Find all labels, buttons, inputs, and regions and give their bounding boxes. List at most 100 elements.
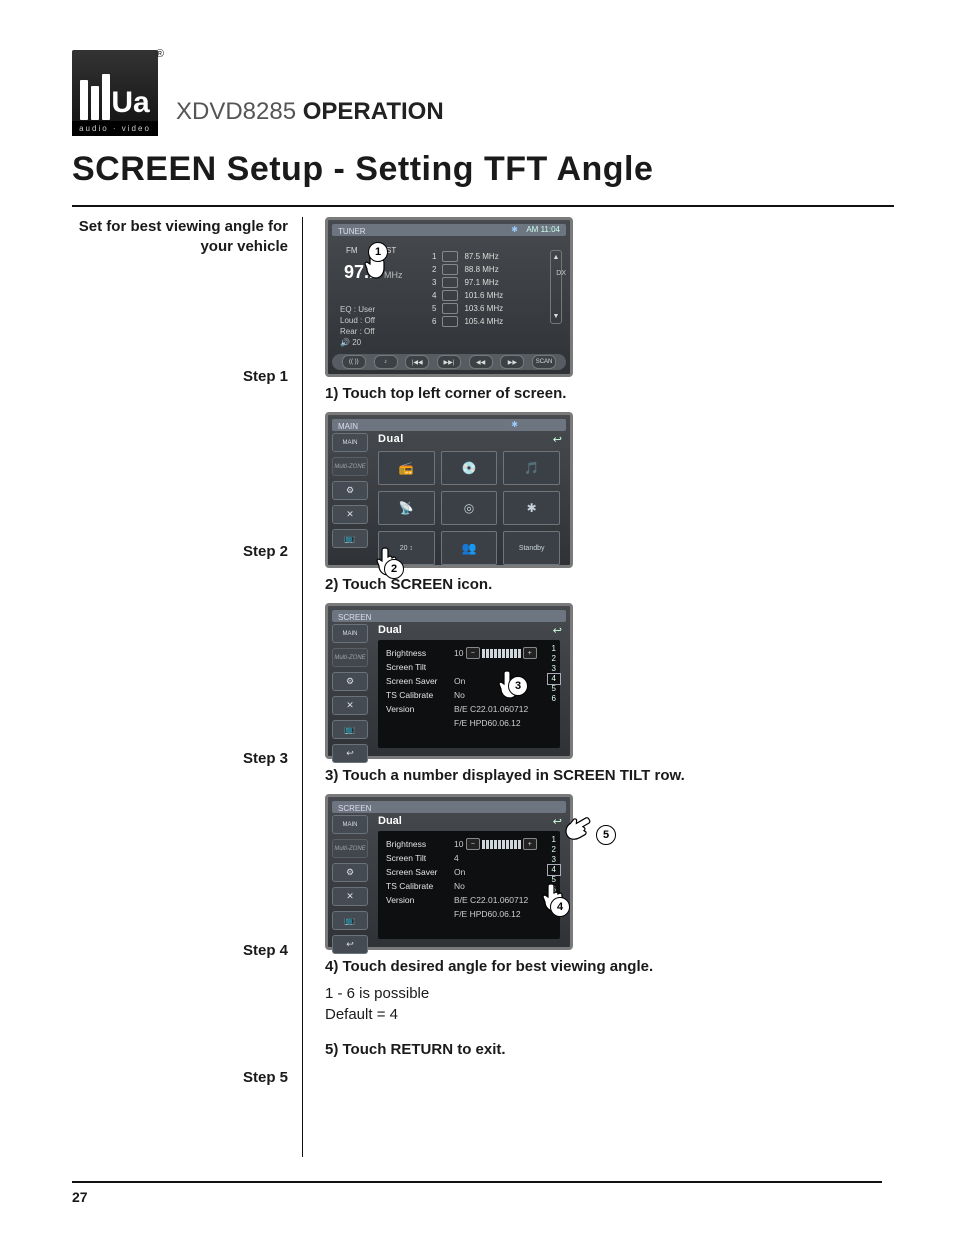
- right-column: TUNER ✱ AM 11:04 FM ST 97.1 MHz 187.5 MH…: [303, 217, 833, 1157]
- signal-icon: [442, 303, 458, 314]
- logo-lettering: Ua: [80, 66, 149, 120]
- tilt-option[interactable]: 3: [552, 664, 556, 674]
- screenshot-screen-menu-b: SCREEN MAIN Multi-ZONE ⚙ ✕ 📺 ↩ Dual ↩ Br…: [325, 794, 573, 950]
- logo-bars-icon: [80, 74, 110, 120]
- xm-tile[interactable]: 📡: [378, 491, 435, 525]
- screenshot-tuner: TUNER ✱ AM 11:04 FM ST 97.1 MHz 187.5 MH…: [325, 217, 573, 377]
- screen-top-bar: MAIN ✱: [332, 419, 566, 431]
- screen-tilt-row[interactable]: Screen Tilt4: [386, 851, 552, 865]
- ts-calibrate-row[interactable]: TS CalibrateNo: [386, 879, 552, 893]
- side-back-button[interactable]: ↩: [332, 935, 368, 954]
- rear-info: Rear : Off: [340, 326, 375, 337]
- brightness-row[interactable]: Brightness 10 − +: [386, 837, 552, 851]
- menu-grid: 📻 💿 🎵 📡 ◎ ✱ 20 ↕ 👥 Standby: [378, 451, 560, 565]
- preset-row[interactable]: 5103.6 MHz: [432, 302, 503, 315]
- bluetooth-icon: ✱: [511, 225, 518, 234]
- volume-info: 🔊 20: [340, 337, 375, 348]
- brightness-row[interactable]: Brightness 10 − +: [386, 646, 552, 660]
- side-main-button[interactable]: MAIN: [332, 433, 368, 452]
- tilt-option[interactable]: 1: [552, 644, 556, 654]
- screen-saver-row[interactable]: Screen SaverOn: [386, 865, 552, 879]
- brand-text: Dual: [378, 815, 402, 827]
- step-4-label: Step 4: [72, 942, 288, 959]
- header-word: OPERATION: [303, 98, 444, 125]
- down-arrow-icon[interactable]: ▼: [551, 313, 561, 320]
- breadcrumb: SCREEN: [338, 613, 371, 622]
- preset-row[interactable]: 187.5 MHz: [432, 250, 503, 263]
- up-arrow-icon[interactable]: ▲: [551, 254, 561, 261]
- return-button[interactable]: ↩: [553, 433, 562, 446]
- music-button[interactable]: ♪: [374, 355, 398, 369]
- ipod-tile[interactable]: 🎵: [503, 451, 560, 485]
- eq-info: EQ : User: [340, 304, 375, 315]
- tilt-option[interactable]: 5: [552, 684, 556, 694]
- side-multizone-button[interactable]: Multi-ZONE: [332, 457, 368, 476]
- tilt-option[interactable]: 2: [552, 654, 556, 664]
- registered-mark: ®: [156, 48, 164, 60]
- tune-slider[interactable]: ▲ ▼: [550, 250, 562, 324]
- prev-track-button[interactable]: |◀◀: [405, 355, 429, 369]
- loud-info: Loud : Off: [340, 315, 375, 326]
- callout-badge-2: 2: [384, 559, 404, 579]
- caption-5: 5) Touch RETURN to exit.: [325, 1041, 833, 1058]
- signal-icon: [442, 264, 458, 275]
- brightness-control[interactable]: − +: [466, 647, 537, 659]
- side-main-button[interactable]: MAIN: [332, 624, 368, 643]
- screen-tilt-row[interactable]: Screen Tilt: [386, 660, 552, 674]
- screenshot-main-menu: MAIN ✱ MAIN Multi-ZONE ⚙ ✕ 📺 Dual ↩ 📻 💿 …: [325, 412, 573, 568]
- source-button[interactable]: (( )): [342, 355, 366, 369]
- brand-text: Dual: [378, 433, 404, 445]
- side-close-button[interactable]: ✕: [332, 696, 368, 715]
- side-close-button[interactable]: ✕: [332, 887, 368, 906]
- tilt-option[interactable]: 1: [552, 835, 556, 845]
- screen-top-bar: SCREEN: [332, 801, 566, 813]
- disc-tile[interactable]: 💿: [441, 451, 498, 485]
- side-main-button[interactable]: MAIN: [332, 815, 368, 834]
- return-button[interactable]: ↩: [553, 624, 562, 637]
- side-tv-button[interactable]: 📺: [332, 529, 368, 548]
- plus-button[interactable]: +: [523, 838, 537, 850]
- left-column: Set for best viewing angle for your vehi…: [72, 217, 302, 1157]
- logo-subtitle: audio · video: [72, 121, 158, 136]
- target-tile[interactable]: ◎: [441, 491, 498, 525]
- breadcrumb: MAIN: [338, 422, 358, 431]
- side-settings-button[interactable]: ⚙: [332, 672, 368, 691]
- clock: AM 11:04: [526, 225, 560, 234]
- next-track-button[interactable]: ▶▶|: [437, 355, 461, 369]
- side-multizone-button[interactable]: Multi-ZONE: [332, 839, 368, 858]
- brightness-control[interactable]: − +: [466, 838, 537, 850]
- side-tv-button[interactable]: 📺: [332, 911, 368, 930]
- model-number: XDVD8285: [176, 98, 296, 125]
- minus-button[interactable]: −: [466, 838, 480, 850]
- users-tile[interactable]: 👥: [441, 531, 498, 565]
- dx-indicator[interactable]: DX: [556, 270, 566, 277]
- standby-tile[interactable]: Standby: [503, 531, 560, 565]
- page-title: SCREEN Setup - Setting TFT Angle: [72, 150, 894, 189]
- forward-button[interactable]: ▶▶: [500, 355, 524, 369]
- side-multizone-button[interactable]: Multi-ZONE: [332, 648, 368, 667]
- signal-icon: [442, 277, 458, 288]
- tilt-option[interactable]: 2: [552, 845, 556, 855]
- side-settings-button[interactable]: ⚙: [332, 863, 368, 882]
- brightness-bars-icon: [482, 840, 521, 849]
- tilt-option[interactable]: 3: [552, 855, 556, 865]
- side-nav: MAIN Multi-ZONE ⚙ ✕ 📺: [332, 433, 368, 548]
- preset-row[interactable]: 6105.4 MHz: [432, 315, 503, 328]
- tilt-option[interactable]: 6: [552, 694, 556, 704]
- callout-badge-5: 5: [596, 825, 616, 845]
- bluetooth-tile[interactable]: ✱: [503, 491, 560, 525]
- preset-row[interactable]: 4101.6 MHz: [432, 289, 503, 302]
- side-back-button[interactable]: ↩: [332, 744, 368, 763]
- side-settings-button[interactable]: ⚙: [332, 481, 368, 500]
- side-tv-button[interactable]: 📺: [332, 720, 368, 739]
- preset-row[interactable]: 397.1 MHz: [432, 276, 503, 289]
- rewind-button[interactable]: ◀◀: [469, 355, 493, 369]
- band-fm[interactable]: FM: [346, 246, 358, 255]
- radio-tile[interactable]: 📻: [378, 451, 435, 485]
- scan-button[interactable]: SCAN: [532, 355, 556, 369]
- side-close-button[interactable]: ✕: [332, 505, 368, 524]
- minus-button[interactable]: −: [466, 647, 480, 659]
- range-note: 1 - 6 is possible: [325, 985, 833, 1002]
- plus-button[interactable]: +: [523, 647, 537, 659]
- preset-row[interactable]: 288.8 MHz: [432, 263, 503, 276]
